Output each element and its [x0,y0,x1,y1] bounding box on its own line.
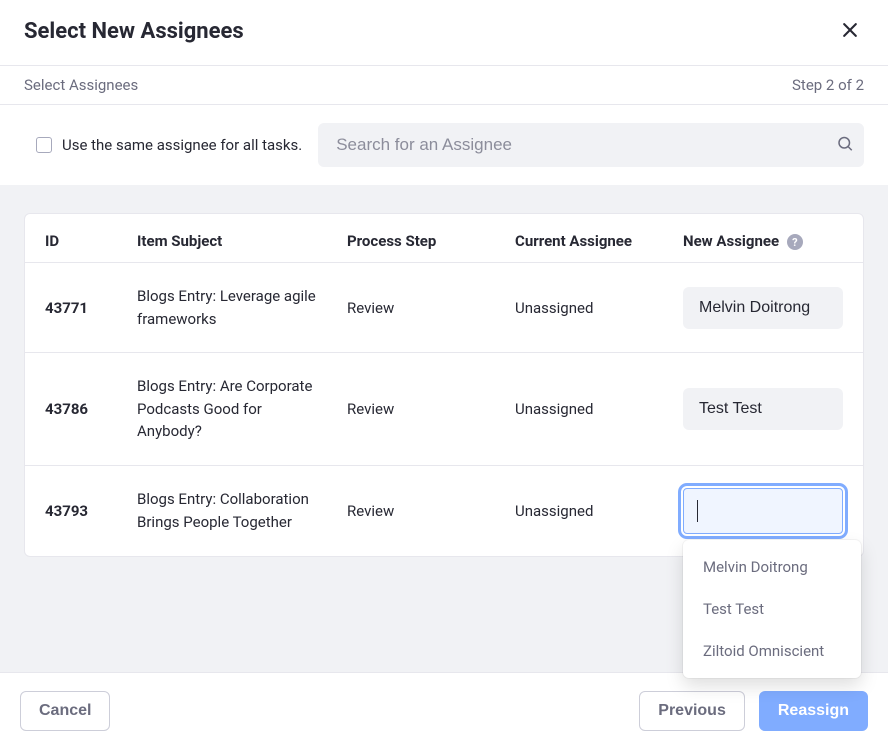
close-icon [840,20,860,40]
subheader-left: Select Assignees [24,76,138,94]
checkbox-label: Use the same assignee for all tasks. [62,136,302,154]
dropdown-option[interactable]: Melvin Doitrong [683,546,861,588]
footer-right: Previous Reassign [639,691,868,731]
cell-subject: Blogs Entry: Collaboration Brings People… [125,465,335,556]
assignee-dropdown: Melvin Doitrong Test Test Ziltoid Omnisc… [683,540,861,678]
dropdown-option[interactable]: Ziltoid Omniscient [683,630,861,672]
cell-current: Unassigned [503,465,671,556]
cell-current: Unassigned [503,263,671,353]
col-header-current: Current Assignee [503,214,671,263]
cell-new: Test Test [671,353,863,466]
previous-button[interactable]: Previous [639,691,745,731]
assignees-table: ID Item Subject Process Step Current Ass… [25,214,863,556]
search-input[interactable] [318,123,864,167]
dropdown-option[interactable]: Test Test [683,588,861,630]
modal-title: Select New Assignees [24,19,244,44]
modal-footer: Cancel Previous Reassign [0,672,888,749]
cell-subject: Blogs Entry: Are Corporate Podcasts Good… [125,353,335,466]
table-row: 43793 Blogs Entry: Collaboration Brings … [25,465,863,556]
search-button[interactable] [836,135,854,156]
new-assignee-input[interactable] [683,488,843,534]
modal-header: Select New Assignees [0,0,888,65]
text-caret [697,500,698,522]
cell-current: Unassigned [503,353,671,466]
cell-step: Review [335,263,503,353]
wizard-subheader: Select Assignees Step 2 of 2 [0,65,888,105]
table-card: ID Item Subject Process Step Current Ass… [24,213,864,557]
cancel-button[interactable]: Cancel [20,691,110,731]
reassign-button[interactable]: Reassign [759,691,868,731]
cell-step: Review [335,465,503,556]
close-button[interactable] [836,16,864,47]
search-wrapper [318,123,864,167]
col-header-new: New Assignee ? [671,214,863,263]
cell-new: Melvin Doitrong [671,263,863,353]
table-area: ID Item Subject Process Step Current Ass… [0,185,888,672]
cell-subject: Blogs Entry: Leverage agile frameworks [125,263,335,353]
col-header-id: ID [25,214,125,263]
checkbox-box [36,137,52,153]
new-assignee-select[interactable]: Test Test [683,388,843,430]
cell-id: 43786 [25,353,125,466]
col-header-step: Process Step [335,214,503,263]
table-header-row: ID Item Subject Process Step Current Ass… [25,214,863,263]
cell-id: 43771 [25,263,125,353]
cell-new: Melvin Doitrong Test Test Ziltoid Omnisc… [671,465,863,556]
help-icon[interactable]: ? [787,234,803,250]
filter-row: Use the same assignee for all tasks. [0,105,888,185]
same-assignee-checkbox[interactable]: Use the same assignee for all tasks. [36,136,302,154]
step-indicator: Step 2 of 2 [792,76,864,94]
new-assignee-select[interactable]: Melvin Doitrong [683,287,843,329]
search-icon [836,135,854,153]
table-row: 43786 Blogs Entry: Are Corporate Podcast… [25,353,863,466]
cell-step: Review [335,353,503,466]
col-header-subject: Item Subject [125,214,335,263]
cell-id: 43793 [25,465,125,556]
new-assignee-input-wrap: Melvin Doitrong Test Test Ziltoid Omnisc… [683,488,843,534]
table-row: 43771 Blogs Entry: Leverage agile framew… [25,263,863,353]
select-assignees-modal: Select New Assignees Select Assignees St… [0,0,888,749]
